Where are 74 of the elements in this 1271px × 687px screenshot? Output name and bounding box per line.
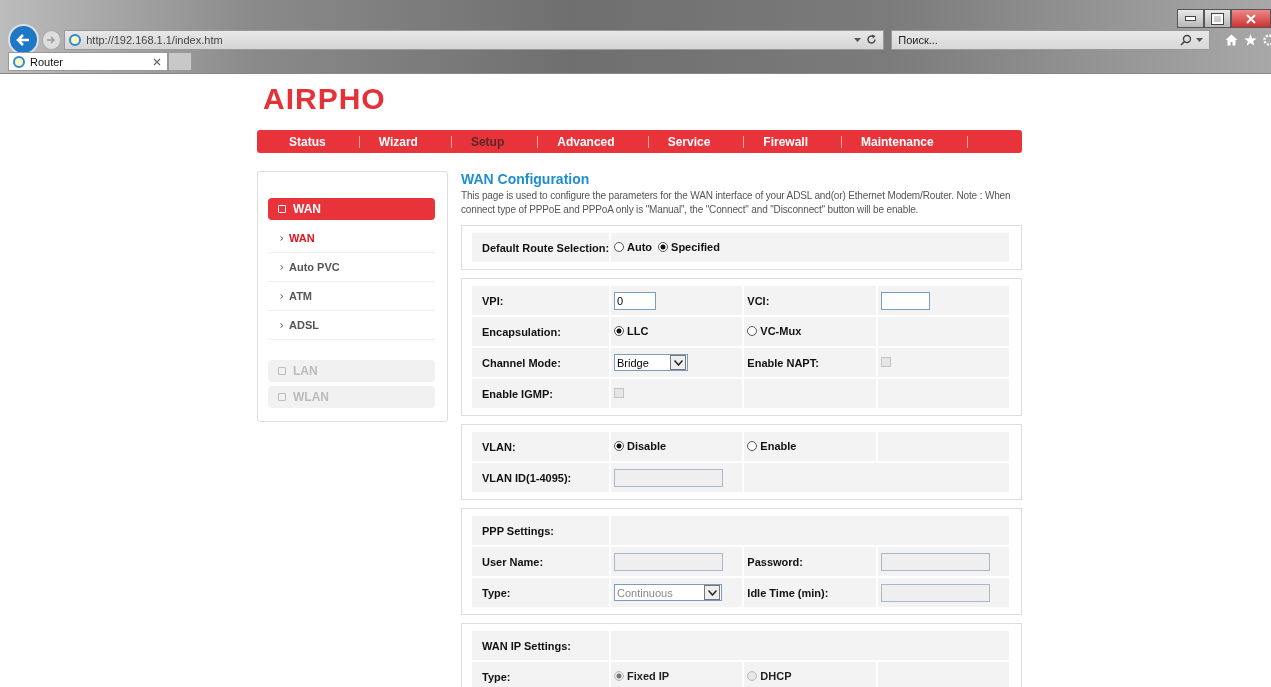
arrow-right-icon [46, 34, 57, 45]
field-label: Default Route Selection: [482, 241, 610, 254]
text-field[interactable] [880, 291, 930, 310]
field-label: Password: [747, 555, 803, 568]
search-field[interactable]: Поиск... [898, 33, 1176, 46]
field-label: Enable IGMP: [482, 387, 553, 400]
chevron-icon [280, 293, 284, 299]
settings-icon[interactable] [1263, 33, 1271, 46]
chevron-icon [280, 322, 284, 328]
chevron-icon [280, 235, 284, 241]
logo: AIRPHO [263, 84, 386, 114]
page-description: This page is used to configure the parameters for the WAN interface of your ADSL and(or) Ethernet Modem/Router. Note : When connect type of PPPoE and PPPoA only is "Manual", the "Connect" and "Disconnect" button will be enable. [461, 189, 1012, 217]
radio-button[interactable] [614, 326, 624, 336]
square-icon [278, 393, 286, 401]
field-label: VLAN ID(1-4095): [482, 471, 572, 484]
square-icon [278, 205, 286, 213]
arrow-left-icon [15, 32, 32, 47]
page-title: WAN Configuration [461, 171, 591, 187]
radio-label[interactable]: Disable [627, 440, 667, 452]
radio-button[interactable] [747, 326, 758, 336]
sidebar-item[interactable]: Auto PVC [289, 261, 340, 273]
nav-tab[interactable]: Wizard [359, 134, 451, 149]
radio-button[interactable] [614, 441, 624, 451]
dropdown[interactable]: Bridge [614, 354, 688, 371]
radio-button[interactable] [747, 441, 758, 451]
radio-label[interactable]: VC-Mux [760, 325, 802, 337]
nav-tab[interactable]: Firewall [744, 134, 841, 149]
nav-tab[interactable]: Maintenance [842, 134, 967, 149]
nav-tab[interactable]: Service [648, 134, 744, 149]
ie-logo-icon [69, 33, 82, 46]
nav-tab[interactable]: Advanced [538, 134, 648, 149]
chevron-down-icon [670, 355, 686, 370]
field-label: Channel Mode: [482, 356, 561, 369]
search-icon[interactable] [1180, 33, 1192, 46]
star-icon[interactable] [1244, 33, 1257, 46]
field-label: VLAN: [482, 440, 516, 453]
home-icon[interactable] [1225, 33, 1238, 46]
radio-label[interactable]: Auto [627, 241, 653, 253]
field-label: WAN IP Settings: [482, 639, 572, 652]
field-label: VCI: [747, 294, 770, 307]
chevron-icon [280, 264, 284, 270]
sidebar-item[interactable]: ATM [289, 290, 312, 302]
nav-tab[interactable]: Status [271, 134, 359, 149]
caret-icon[interactable] [1196, 37, 1203, 42]
square-icon [278, 367, 286, 375]
close-icon [1245, 13, 1257, 24]
radio-label[interactable]: Specified [671, 241, 720, 253]
radio-button[interactable] [614, 242, 624, 252]
caret-icon[interactable] [854, 37, 862, 42]
field-label: PPP Settings: [482, 524, 554, 537]
refresh-icon[interactable] [866, 34, 878, 45]
field-label: Encapsulation: [482, 325, 561, 338]
search-box[interactable]: Поиск... [891, 29, 1210, 50]
text-field[interactable]: 0 [614, 291, 656, 310]
radio-button[interactable] [658, 242, 669, 252]
close-icon[interactable] [153, 57, 161, 66]
restore-button[interactable] [1204, 9, 1231, 28]
ie-logo-icon [13, 55, 25, 68]
close-button[interactable] [1231, 9, 1271, 28]
browser-tab[interactable]: Router [8, 52, 168, 71]
sidebar-item[interactable]: WAN [289, 232, 315, 244]
field-label: VPI: [482, 294, 504, 307]
radio-label[interactable]: LLC [627, 325, 649, 337]
minimize-button[interactable] [1177, 9, 1204, 28]
radio-label[interactable]: Enable [760, 440, 797, 452]
field-label: User Name: [482, 555, 544, 568]
sidebar-item[interactable]: ADSL [289, 319, 319, 331]
field-label: Type: [482, 670, 511, 683]
address-bar[interactable]: http://192.168.1.1/index.htm [64, 29, 885, 50]
field-label: Type: [482, 586, 511, 599]
chevron-down-icon [704, 585, 720, 600]
sidebar-group[interactable]: WAN [268, 198, 435, 220]
field-label: Enable NAPT: [747, 356, 819, 369]
field-label: Idle Time (min): [747, 586, 829, 599]
